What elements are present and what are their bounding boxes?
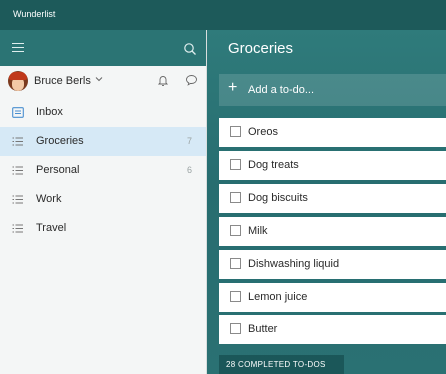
list-icon — [12, 166, 23, 175]
sidebar-item-label: Work — [36, 193, 62, 205]
sidebar-item-label: Travel — [36, 222, 67, 234]
bell-icon[interactable] — [157, 74, 169, 87]
todo-label[interactable]: Oreos — [248, 126, 278, 138]
todo-item[interactable]: Dishwashing liquid — [219, 250, 446, 279]
sidebar-item-label: Groceries — [36, 135, 84, 147]
todo-checkbox[interactable] — [230, 291, 241, 302]
show-completed-button[interactable]: 28 COMPLETED TO-DOS — [219, 355, 344, 374]
chevron-down-icon[interactable] — [95, 75, 103, 83]
window-titlebar: Wunderlist — [0, 0, 446, 30]
todo-checkbox[interactable] — [230, 126, 241, 137]
todo-label[interactable]: Dishwashing liquid — [248, 258, 339, 270]
todo-item[interactable]: Butter — [219, 315, 446, 344]
list-title: Groceries — [228, 40, 294, 57]
hamburger-menu-icon[interactable] — [12, 43, 24, 52]
sidebar-item-personal[interactable]: Personal 6 — [0, 156, 206, 185]
todo-checkbox[interactable] — [230, 159, 241, 170]
todo-checkbox[interactable] — [230, 323, 241, 334]
todo-label[interactable]: Milk — [248, 225, 268, 237]
todo-label[interactable]: Dog biscuits — [248, 192, 308, 204]
todo-label[interactable]: Lemon juice — [248, 291, 307, 303]
app-title: Wunderlist — [13, 9, 56, 19]
todo-label[interactable]: Butter — [248, 323, 277, 335]
todo-checkbox[interactable] — [230, 225, 241, 236]
todo-checkbox[interactable] — [230, 192, 241, 203]
sidebar-item-groceries[interactable]: Groceries 7 — [0, 127, 206, 156]
user-menu[interactable]: Bruce Berls — [0, 66, 206, 98]
todo-item[interactable]: Dog biscuits — [219, 184, 446, 213]
inbox-icon — [12, 107, 24, 118]
todo-label[interactable]: Dog treats — [248, 159, 299, 171]
todo-item[interactable]: Lemon juice — [219, 283, 446, 312]
sidebar-item-inbox[interactable]: Inbox — [0, 98, 206, 127]
todo-item[interactable]: Dog treats — [219, 151, 446, 180]
completed-count-label: 28 COMPLETED TO-DOS — [226, 360, 326, 369]
main-panel: Groceries + Add a to-do... Oreos Dog tre… — [207, 30, 446, 374]
sidebar-item-travel[interactable]: Travel — [0, 214, 206, 243]
todo-item[interactable]: Oreos — [219, 118, 446, 147]
avatar[interactable] — [8, 71, 28, 91]
sidebar: Bruce Berls Inbox Groceries 7 Personal 6… — [0, 30, 207, 374]
todo-checkbox[interactable] — [230, 258, 241, 269]
sidebar-item-label: Personal — [36, 164, 80, 176]
sidebar-item-work[interactable]: Work — [0, 185, 206, 214]
sidebar-item-count: 6 — [186, 165, 192, 175]
sidebar-item-label: Inbox — [36, 106, 63, 118]
search-icon[interactable] — [183, 42, 197, 56]
sidebar-item-count: 7 — [186, 136, 192, 146]
todo-item[interactable]: Milk — [219, 217, 446, 246]
list-icon — [12, 224, 23, 233]
list-icon — [12, 195, 23, 204]
add-todo-placeholder: Add a to-do... — [248, 84, 315, 96]
user-name[interactable]: Bruce Berls — [34, 75, 91, 87]
plus-icon[interactable]: + — [228, 79, 237, 97]
list-icon — [12, 137, 23, 146]
comments-icon[interactable] — [185, 74, 198, 86]
sidebar-header — [0, 30, 206, 66]
add-todo-input[interactable]: + Add a to-do... — [219, 74, 446, 106]
